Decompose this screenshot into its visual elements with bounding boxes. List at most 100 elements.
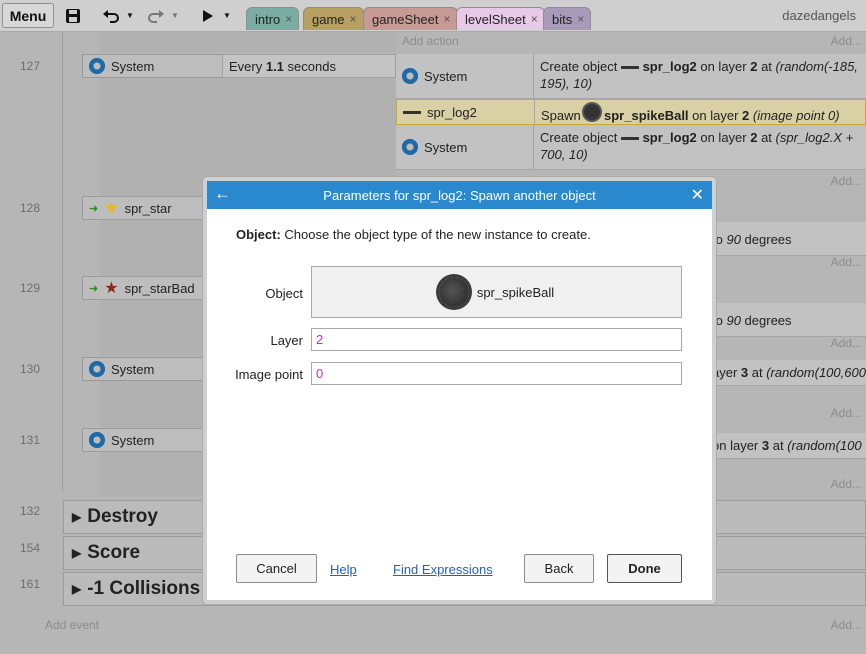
close-icon[interactable]: ×: [531, 12, 538, 26]
menu-button[interactable]: Menu: [2, 3, 54, 28]
spikeball-icon: [438, 277, 469, 307]
add-action-label: Add action: [402, 34, 459, 48]
action-row[interactable]: on layer 3 at (random(100: [706, 433, 866, 459]
action-object-name: spr_spikeBall: [604, 108, 689, 123]
condition-text[interactable]: Every 1.1 seconds: [222, 54, 396, 78]
star-icon: ★: [104, 200, 119, 217]
done-button[interactable]: Done: [607, 554, 682, 583]
action-object-label: System: [424, 68, 468, 84]
action-args: (random(100,600: [766, 365, 866, 380]
action-text: Spawn: [541, 108, 585, 123]
action-row[interactable]: to 90 degrees: [706, 222, 866, 256]
condition-object[interactable]: ➜ ★ spr_star: [82, 196, 204, 220]
group-label: Destroy: [87, 506, 158, 527]
tab-label: intro: [255, 11, 281, 27]
dialog-title-bar: ← Parameters for spr_log2: Spawn another…: [207, 181, 712, 209]
close-icon[interactable]: ×: [285, 12, 292, 26]
add-action-short: Add...: [830, 336, 862, 350]
action-description: to 90 degrees: [706, 303, 866, 336]
parameter-name: Object:: [236, 227, 281, 242]
add-event-link[interactable]: Add event: [45, 618, 99, 632]
add-event-short[interactable]: Add...: [831, 618, 862, 632]
action-value: 90: [726, 313, 741, 328]
action-description: Create object spr_log2 on layer 2 at (ra…: [534, 54, 866, 98]
expand-arrow-icon[interactable]: ▶: [72, 582, 81, 596]
add-action-short: Add...: [830, 34, 862, 48]
close-icon[interactable]: ×: [577, 12, 584, 26]
condition-object-label: System: [111, 361, 155, 377]
tab-label: gameSheet: [372, 11, 439, 27]
object-value: spr_spikeBall: [476, 284, 555, 300]
action-row-selected[interactable]: spr_log2 Spawn spr_spikeBall on layer 2 …: [396, 99, 866, 125]
action-object-name: spr_log2: [642, 59, 697, 74]
object-picker-button[interactable]: spr_spikeBall: [311, 266, 682, 318]
username: dazedangels: [782, 8, 856, 23]
find-expressions-link[interactable]: Find Expressions: [393, 562, 493, 577]
object-label: Object: [265, 286, 303, 301]
tab-gamesheet[interactable]: gameSheet ×: [363, 7, 458, 30]
close-icon[interactable]: ×: [350, 12, 357, 26]
action-row[interactable]: System Create object spr_log2 on layer 2…: [396, 54, 866, 99]
dialog-title: Parameters for spr_log2: Spawn another o…: [323, 187, 596, 203]
event-body: [100, 32, 396, 52]
close-icon[interactable]: ×: [444, 12, 451, 26]
add-action-link[interactable]: Add action Add...: [396, 32, 866, 51]
gutter-line: [62, 32, 63, 492]
parameter-help: Choose the object type of the new instan…: [280, 227, 591, 242]
redo-dropdown-icon[interactable]: ▼: [169, 3, 181, 28]
event-body: [100, 452, 204, 496]
tab-bits[interactable]: bits ×: [543, 7, 592, 30]
event-number: 154: [19, 541, 41, 555]
condition-object[interactable]: ➜ ★ spr_starBad: [82, 276, 204, 300]
save-icon[interactable]: [62, 3, 84, 28]
condition-object[interactable]: System: [82, 357, 204, 381]
action-description: to 90 degrees: [706, 222, 866, 255]
spikeball-icon: [584, 104, 601, 120]
action-row[interactable]: ayer 3 at (random(100,600: [706, 360, 866, 386]
expand-arrow-icon[interactable]: ▶: [72, 510, 81, 524]
action-value: 90: [726, 232, 741, 247]
condition-object[interactable]: System: [82, 428, 204, 452]
undo-dropdown-icon[interactable]: ▼: [124, 3, 136, 28]
back-arrow-icon[interactable]: ←: [214, 184, 231, 204]
gear-icon: [89, 361, 105, 377]
condition-text-post: seconds: [283, 58, 336, 74]
trigger-arrow-icon: ➜: [89, 202, 99, 215]
cancel-button[interactable]: Cancel: [236, 554, 317, 583]
action-row[interactable]: System Create object spr_log2 on layer 2…: [396, 125, 866, 170]
parameter-description: Object: Choose the object type of the ne…: [236, 227, 591, 242]
action-text: at: [748, 365, 767, 380]
action-text: on layer: [712, 438, 762, 453]
action-description: on layer 3 at (random(100: [706, 433, 866, 458]
condition-object[interactable]: System: [82, 54, 223, 78]
redo-icon[interactable]: [145, 3, 167, 28]
trigger-arrow-icon: ➜: [89, 282, 99, 295]
expand-arrow-icon[interactable]: ▶: [72, 546, 81, 560]
action-text: degrees: [740, 232, 792, 247]
action-text: on layer: [696, 130, 751, 145]
layer-field[interactable]: 2: [311, 328, 682, 351]
back-button[interactable]: Back: [524, 554, 594, 583]
layer-label: Layer: [270, 333, 303, 348]
close-icon[interactable]: ✕: [691, 185, 704, 205]
action-text: at: [757, 130, 776, 145]
action-text: Create object: [540, 130, 621, 145]
action-row[interactable]: to 90 degrees: [706, 303, 866, 337]
gear-icon: [402, 68, 418, 84]
help-link[interactable]: Help: [330, 562, 357, 577]
play-dropdown-icon[interactable]: ▼: [221, 3, 233, 28]
action-args: (image point 0): [752, 108, 840, 123]
undo-icon[interactable]: [100, 3, 122, 28]
condition-value: 1.1: [265, 58, 284, 74]
tab-levelsheet[interactable]: levelSheet ×: [456, 7, 545, 30]
group-label: -1 Collisions: [87, 578, 201, 599]
add-action-short: Add...: [830, 174, 862, 188]
tab-intro[interactable]: intro ×: [246, 7, 300, 30]
action-text: on layer: [688, 108, 743, 123]
condition-text-pre: Every: [229, 58, 266, 74]
tab-game[interactable]: game ×: [303, 7, 364, 30]
action-object: System: [396, 125, 534, 169]
image-point-field[interactable]: 0: [311, 362, 682, 385]
action-args: (random(100: [787, 438, 862, 453]
play-icon[interactable]: [198, 3, 218, 28]
